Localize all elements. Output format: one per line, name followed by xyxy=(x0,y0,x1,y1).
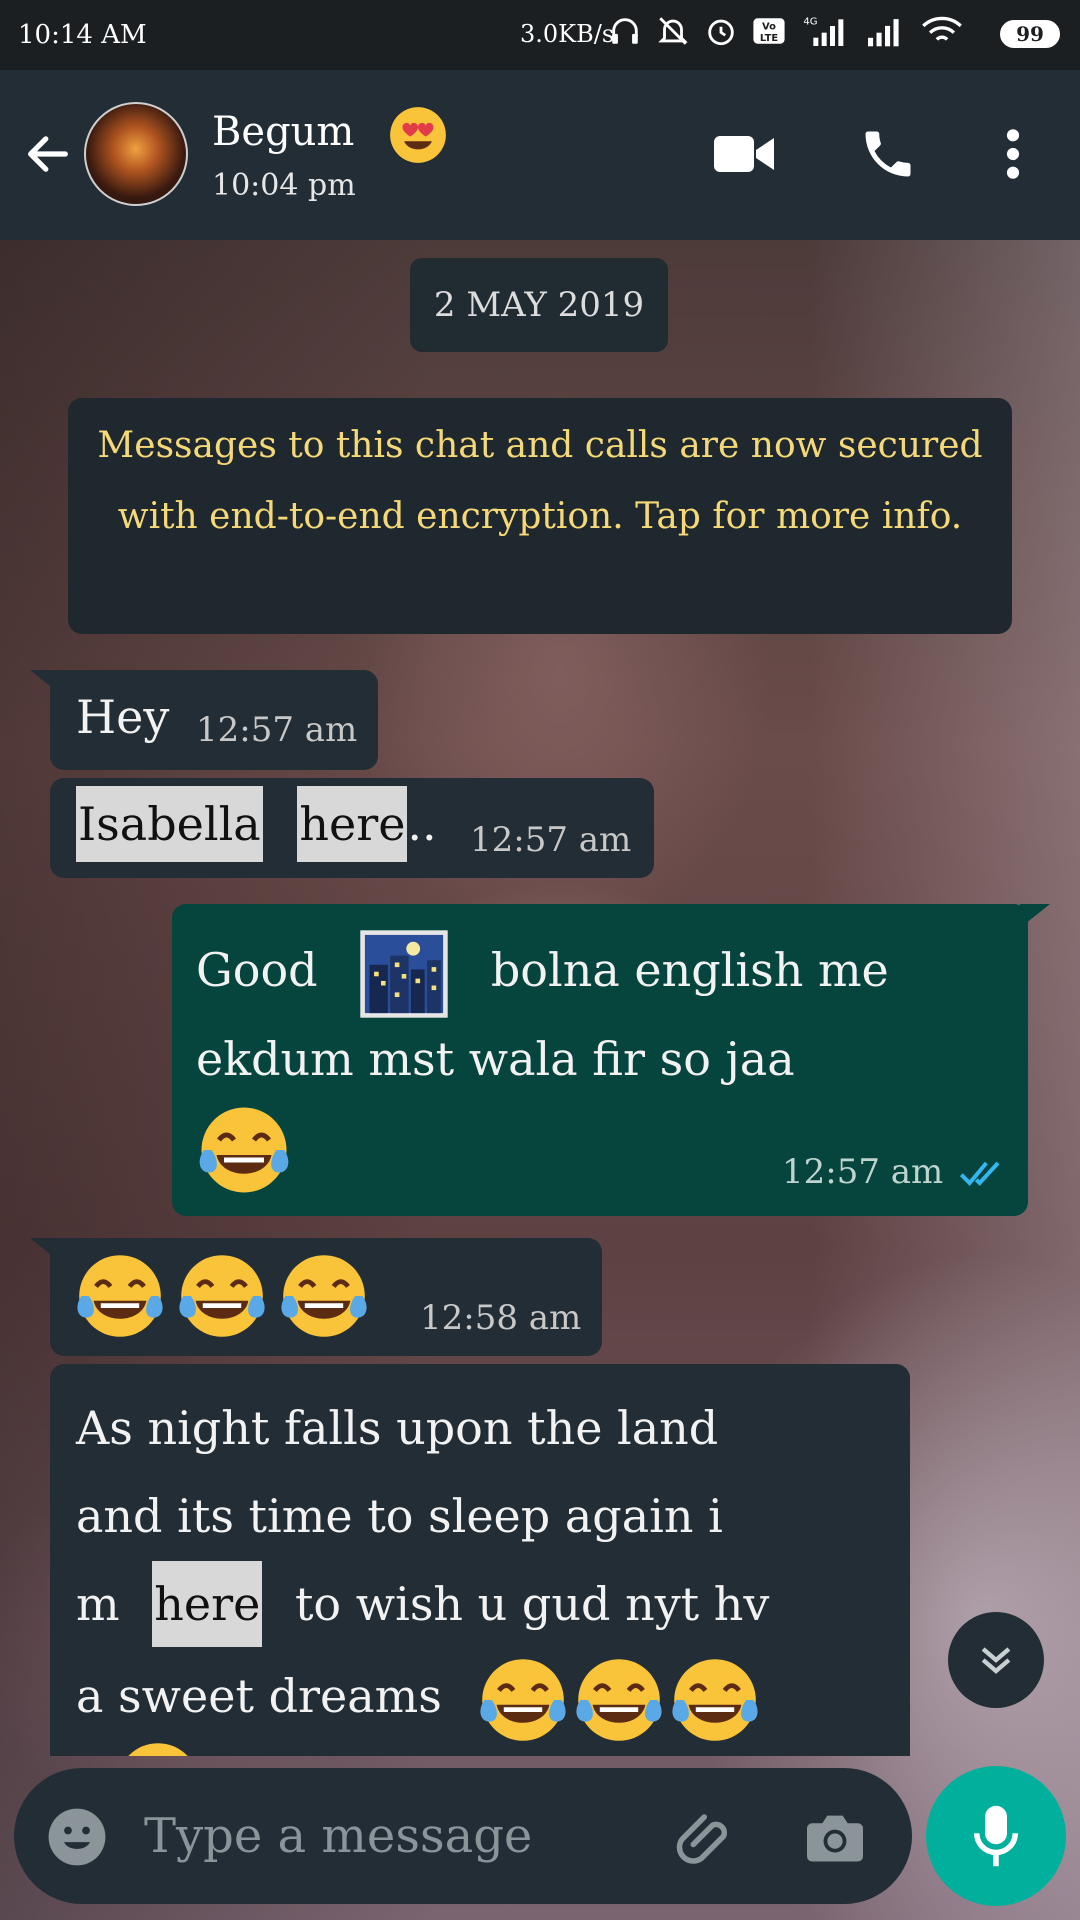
status-bar: 10:14 AM 3.0KB/s Vo LTE 4G 99 xyxy=(0,0,1080,70)
highlighted-word: here xyxy=(152,1561,263,1647)
paperclip-icon xyxy=(676,1814,728,1864)
message-text: a sweet dreams xyxy=(76,1669,442,1723)
last-seen-status: 10:04 pm xyxy=(212,168,356,203)
tears-of-joy-emoji-icon xyxy=(77,1255,163,1337)
svg-text:Vo: Vo xyxy=(762,22,776,33)
video-call-icon xyxy=(714,136,774,172)
battery-indicator: 99 xyxy=(1000,20,1060,48)
back-button[interactable] xyxy=(22,128,74,184)
wifi-icon xyxy=(922,16,962,41)
voice-message-button[interactable] xyxy=(926,1766,1066,1906)
alarm-icon xyxy=(708,19,734,46)
voice-call-icon xyxy=(865,131,911,177)
signal-icon xyxy=(868,19,899,47)
status-icons: Vo LTE 4G xyxy=(608,14,964,48)
message-bubble-incoming[interactable]: 12:58 am xyxy=(50,1238,602,1356)
tears-of-joy-emoji-icon xyxy=(479,1659,566,1741)
attach-button[interactable] xyxy=(674,1806,740,1876)
highlighted-word: here xyxy=(297,786,408,862)
tears-of-joy-emoji-icon xyxy=(575,1659,662,1741)
emoji-button[interactable] xyxy=(46,1806,108,1872)
emoji-row xyxy=(72,1248,372,1344)
read-ticks-icon xyxy=(959,1161,1000,1186)
camera-icon xyxy=(807,1815,863,1862)
message-text: As night falls upon the land xyxy=(76,1401,719,1455)
message-text: Hey xyxy=(76,690,170,744)
message-text: ekdum mst wala fir so jaa xyxy=(196,1032,795,1086)
smiley-icon xyxy=(48,1808,106,1866)
highlighted-word: Isabella xyxy=(76,786,263,862)
mute-bell-icon xyxy=(658,17,688,45)
tears-of-joy-emoji-icon xyxy=(179,1255,265,1337)
date-chip: 2 MAY 2019 xyxy=(410,258,668,352)
network-speed: 3.0KB/s xyxy=(520,20,615,48)
message-time: 12:58 am xyxy=(420,1298,582,1338)
message-bubble-incoming[interactable]: Hey 12:57 am xyxy=(50,670,378,770)
message-text-tail: .. xyxy=(407,797,437,851)
night-city-emoji-icon xyxy=(360,930,448,1018)
message-text: Good xyxy=(196,943,318,997)
headphones-icon xyxy=(612,18,638,44)
message-text: and its time to sleep again i xyxy=(76,1489,723,1543)
message-text: m xyxy=(76,1577,120,1631)
message-text: bolna english me xyxy=(490,943,889,997)
volte-icon: VoLTE xyxy=(753,18,785,44)
message-line: a sweet dreams xyxy=(76,1648,763,1744)
camera-button[interactable] xyxy=(804,1808,866,1868)
message-input[interactable]: Type a message xyxy=(144,1808,532,1864)
scroll-to-bottom-button[interactable] xyxy=(948,1612,1044,1708)
svg-text:LTE: LTE xyxy=(760,33,778,44)
message-text: to wish u gud nyt hv xyxy=(294,1577,770,1631)
encryption-notice[interactable]: Messages to this chat and calls are now … xyxy=(68,398,1012,634)
tears-of-joy-emoji-icon xyxy=(199,1107,289,1193)
message-bubble-incoming[interactable]: As night falls upon the land and its tim… xyxy=(50,1364,910,1756)
double-chevron-down-icon xyxy=(981,1647,1011,1674)
tears-of-joy-emoji-icon xyxy=(128,1743,188,1756)
signal-4g-icon: 4G xyxy=(803,16,844,46)
heart-eyes-emoji-icon xyxy=(390,107,446,163)
status-time: 10:14 AM xyxy=(18,20,147,50)
message-bubble-incoming[interactable]: Isabella here.. 12:57 am xyxy=(50,778,654,878)
message-bubble-outgoing[interactable]: Good bolna english me ekdum mst wala fir… xyxy=(172,904,1028,1216)
more-options-button[interactable] xyxy=(1000,126,1026,186)
message-composer: Type a message xyxy=(14,1768,912,1904)
message-time: 12:57 am xyxy=(470,820,632,860)
video-call-button[interactable] xyxy=(712,132,776,180)
message-line: Good bolna english me xyxy=(196,924,889,1018)
contact-name-row[interactable]: Begum xyxy=(212,104,449,166)
microphone-icon xyxy=(974,1805,1018,1867)
message-time: 12:57 am xyxy=(196,710,358,750)
contact-name: Begum xyxy=(212,109,355,155)
message-time: 12:57 am xyxy=(782,1152,944,1192)
voice-call-button[interactable] xyxy=(858,124,918,188)
tears-of-joy-emoji-icon xyxy=(281,1255,367,1337)
message-text: Isabella here.. xyxy=(76,786,437,862)
back-arrow-icon xyxy=(28,136,68,172)
contact-avatar[interactable] xyxy=(84,102,188,206)
svg-text:4G: 4G xyxy=(803,16,817,27)
message-line: m here to wish u gud nyt hv xyxy=(76,1560,769,1648)
more-options-icon xyxy=(1006,129,1020,179)
tears-of-joy-emoji-icon xyxy=(671,1659,758,1741)
chat-header: Begum 10:04 pm xyxy=(0,70,1080,240)
